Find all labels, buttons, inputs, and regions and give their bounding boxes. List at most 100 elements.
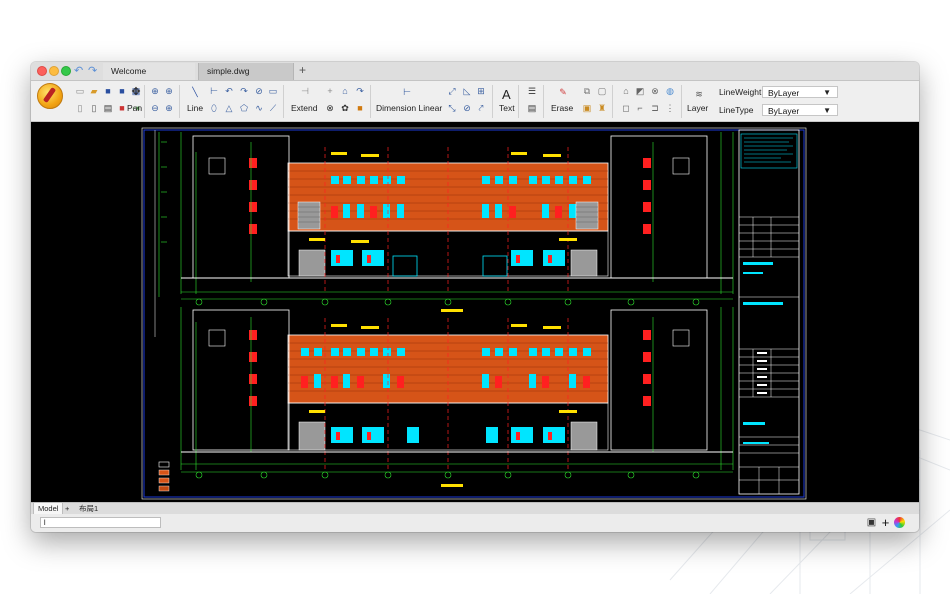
zoom-window-icon[interactable]: ⊕ [164, 86, 174, 96]
pan-label[interactable]: Pan [127, 103, 142, 113]
ribbon-toolbar: ▭ ▯ ▰ ▯ ■ ▤ ■ ■ ▦ ⇥ ✥ Pan ⊕ ⊕ ⊖ ⊕ ╲ Line… [31, 81, 919, 122]
match-properties-icon[interactable]: ♜ [597, 103, 607, 113]
paste-icon[interactable]: ▢ [597, 86, 607, 96]
blank-doc-icon[interactable]: ▯ [75, 103, 85, 113]
trim-icon[interactable]: ✿ [340, 103, 350, 113]
dimension-linear-icon[interactable]: ⊢ [402, 87, 412, 97]
hatch-icon[interactable]: ▤ [527, 103, 537, 113]
copy-icon[interactable]: ⧉ [582, 86, 592, 96]
table-icon[interactable]: ☰ [527, 86, 537, 96]
dim-leader-icon[interactable]: ⤤ [476, 103, 486, 113]
line-label[interactable]: Line [187, 103, 203, 113]
ortho-crosshair-icon[interactable]: + [880, 516, 891, 529]
offset-icon[interactable]: ⊗ [650, 86, 660, 96]
globe-icon[interactable]: ◍ [665, 86, 675, 96]
dim-diameter-icon[interactable]: ⊘ [462, 103, 472, 113]
extend-label[interactable]: Extend [291, 103, 317, 113]
dimension-linear-label[interactable]: Dimension Linear [376, 103, 442, 113]
move-icon[interactable]: + [325, 86, 335, 96]
linetype-dropdown[interactable]: ByLayer ▼ [762, 104, 838, 116]
ellipse-icon[interactable]: ⬯ [209, 103, 219, 113]
layer-icon[interactable]: ≋ [694, 89, 704, 99]
toolbar-separator [543, 85, 544, 118]
rotate-icon[interactable]: ⌂ [340, 86, 350, 96]
open-folder-icon[interactable]: ▰ [89, 86, 99, 96]
snap-icon[interactable]: ▣ [866, 517, 877, 528]
pdf-export-icon[interactable]: ■ [117, 103, 127, 113]
triangle-icon[interactable]: △ [224, 103, 234, 113]
toolbar-separator [179, 85, 180, 118]
tab-label: Welcome [111, 66, 147, 76]
toolbar-separator [612, 85, 613, 118]
circle-icon[interactable]: ⊘ [254, 86, 264, 96]
command-bar: l ▣ + [31, 514, 919, 532]
explode-icon[interactable]: ■ [355, 103, 365, 113]
tab-simple-dwg[interactable]: simple.dwg [198, 63, 294, 80]
color-wheel-icon[interactable] [894, 517, 905, 528]
linetype-value: ByLayer [768, 106, 800, 116]
clipboard-icon[interactable]: ▣ [582, 103, 592, 113]
tab-layout1[interactable]: 布局1 [75, 503, 102, 514]
erase-icon[interactable]: ✎ [558, 87, 568, 97]
zoom-window-button[interactable] [61, 66, 71, 76]
array-icon[interactable]: ⋮ [665, 103, 675, 113]
toolbar-separator [492, 85, 493, 118]
erase-label[interactable]: Erase [551, 103, 573, 113]
tab-welcome[interactable]: Welcome [103, 63, 195, 80]
mirror-icon[interactable]: ◩ [635, 86, 645, 96]
zoom-in-icon[interactable]: ⊕ [150, 86, 160, 96]
dim-angular-icon[interactable]: ◺ [462, 86, 472, 96]
zoom-extents-icon[interactable]: ⊕ [164, 103, 174, 113]
command-input[interactable]: l [40, 517, 161, 528]
toolbar-separator [370, 85, 371, 118]
drawing-canvas[interactable] [31, 122, 919, 502]
app-logo-icon[interactable] [37, 83, 63, 109]
redo-icon[interactable]: ↷ [88, 64, 97, 77]
toolbar-separator [518, 85, 519, 118]
dim-aligned-icon[interactable]: ⤢ [447, 86, 457, 96]
undo-icon[interactable]: ↶ [74, 64, 83, 77]
close-window-button[interactable] [37, 66, 47, 76]
polygon-icon[interactable]: ⬠ [239, 103, 249, 113]
new-tab-button[interactable]: + [299, 63, 306, 77]
print-icon[interactable]: ▤ [103, 103, 113, 113]
arc-3pt-icon[interactable]: ↷ [239, 86, 249, 96]
lineweight-dropdown[interactable]: ByLayer ▼ [762, 86, 838, 98]
ray-icon[interactable]: ⟋ [268, 103, 278, 113]
pan-icon[interactable]: ✥ [130, 87, 142, 98]
linetype-label: LineType [719, 105, 754, 115]
chamfer-icon[interactable]: ◻ [621, 103, 631, 113]
doc-icon[interactable]: ▯ [89, 103, 99, 113]
toolbar-separator [681, 85, 682, 118]
rectangle-icon[interactable]: ▭ [268, 86, 278, 96]
text-label[interactable]: Text [499, 103, 515, 113]
text-icon[interactable]: A [502, 87, 511, 102]
app-window: ↶ ↷ Welcome simple.dwg + ▭ ▯ ▰ ▯ ■ ▤ ■ ■… [31, 62, 919, 532]
arc-icon[interactable]: ↶ [224, 86, 234, 96]
toolbar-separator [144, 85, 145, 118]
save-icon[interactable]: ■ [103, 86, 113, 96]
dim-radius-icon[interactable]: ⤡ [447, 103, 457, 113]
dropdown-arrow-icon: ▼ [823, 106, 831, 115]
save-as-icon[interactable]: ■ [117, 86, 127, 96]
fillet-icon[interactable]: ↷ [355, 86, 365, 96]
polyline-icon[interactable]: ⊢ [209, 86, 219, 96]
layer-label[interactable]: Layer [687, 103, 708, 113]
minimize-window-button[interactable] [49, 66, 59, 76]
bottom-elevation [158, 307, 734, 492]
toolbar-separator [283, 85, 284, 118]
lineweight-value: ByLayer [768, 88, 800, 98]
spline-icon[interactable]: ∿ [254, 103, 264, 113]
zoom-out-icon[interactable]: ⊖ [150, 103, 160, 113]
dim-baseline-icon[interactable]: ⊞ [476, 86, 486, 96]
line-icon[interactable]: ╲ [190, 87, 200, 97]
extend-icon[interactable]: ⊣ [300, 86, 310, 96]
scale-icon[interactable]: ⊗ [325, 103, 335, 113]
join-icon[interactable]: ⊐ [650, 103, 660, 113]
layout-tab-bar: Model + 布局1 [31, 502, 919, 515]
perspective-icon[interactable]: ⌂ [621, 86, 631, 96]
title-block [738, 129, 800, 495]
add-layout-button[interactable]: + [61, 503, 73, 514]
break-icon[interactable]: ⌐ [635, 103, 645, 113]
new-file-icon[interactable]: ▭ [75, 86, 85, 96]
